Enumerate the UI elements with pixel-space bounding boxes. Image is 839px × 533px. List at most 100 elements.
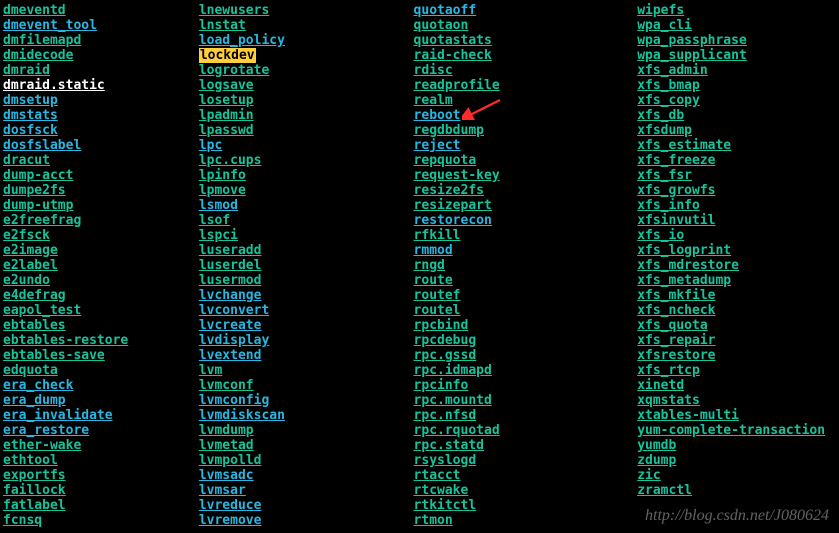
command-ether-wake: ether-wake <box>3 438 81 453</box>
list-item: lvmdiskscan <box>199 408 414 423</box>
command-route: route <box>414 273 453 288</box>
command-quotaoff: quotaoff <box>414 3 477 18</box>
list-item: xinetd <box>637 378 836 393</box>
command-lvmconf: lvmconf <box>199 378 254 393</box>
list-item: rpc.nfsd <box>414 408 638 423</box>
command-xfs-info: xfs_info <box>637 198 700 213</box>
list-item: rtacct <box>414 468 638 483</box>
list-item: lpc.cups <box>199 153 414 168</box>
command-lnstat: lnstat <box>199 18 246 33</box>
list-item: e2undo <box>3 273 199 288</box>
list-item: dosfsck <box>3 123 199 138</box>
list-item: xfs_rtcp <box>637 363 836 378</box>
list-item: lnstat <box>199 18 414 33</box>
list-item: lpinfo <box>199 168 414 183</box>
command-xfs-io: xfs_io <box>637 228 684 243</box>
list-item: lsmod <box>199 198 414 213</box>
list-item: rsyslogd <box>414 453 638 468</box>
list-item: exportfs <box>3 468 199 483</box>
command-wpa-supplicant: wpa_supplicant <box>637 48 747 63</box>
list-item: ether-wake <box>3 438 199 453</box>
command-rtmon: rtmon <box>414 513 453 528</box>
list-item: wpa_cli <box>637 18 836 33</box>
command-realm: realm <box>414 93 453 108</box>
command-regdbdump: regdbdump <box>414 123 484 138</box>
list-item: logrotate <box>199 63 414 78</box>
command-e2fsck: e2fsck <box>3 228 50 243</box>
command-dumpe2fs: dumpe2fs <box>3 183 66 198</box>
command-rdisc: rdisc <box>414 63 453 78</box>
list-item: ebtables-restore <box>3 333 199 348</box>
list-item: xfs_admin <box>637 63 836 78</box>
command-rpc-gssd: rpc.gssd <box>414 348 477 363</box>
list-item: route <box>414 273 638 288</box>
list-item: lvdisplay <box>199 333 414 348</box>
command-dmfilemapd: dmfilemapd <box>3 33 81 48</box>
list-item: edquota <box>3 363 199 378</box>
list-item: xfs_ncheck <box>637 303 836 318</box>
command-ethtool: ethtool <box>3 453 58 468</box>
command-losetup: losetup <box>199 93 254 108</box>
list-item: faillock <box>3 483 199 498</box>
command-rpc-mountd: rpc.mountd <box>414 393 492 408</box>
list-item: ebtables <box>3 318 199 333</box>
command-lsof: lsof <box>199 213 230 228</box>
list-item: regdbdump <box>414 123 638 138</box>
list-item: routel <box>414 303 638 318</box>
command-reboot: reboot <box>414 108 461 123</box>
command-eapol-test: eapol_test <box>3 303 81 318</box>
list-item: lvmpolld <box>199 453 414 468</box>
list-item: rpc.mountd <box>414 393 638 408</box>
list-item: era_restore <box>3 423 199 438</box>
list-item: rdisc <box>414 63 638 78</box>
terminal-output[interactable]: dmeventddmevent_tooldmfilemapddmidecoded… <box>0 0 839 531</box>
command-lnewusers: lnewusers <box>199 3 269 18</box>
command-luseradd: luseradd <box>199 243 262 258</box>
command-zramctl: zramctl <box>637 483 692 498</box>
command-xfs-bmap: xfs_bmap <box>637 78 700 93</box>
command-rpcdebug: rpcdebug <box>414 333 477 348</box>
command-lvconvert: lvconvert <box>199 303 269 318</box>
command-e4defrag: e4defrag <box>3 288 66 303</box>
list-item: reboot <box>414 108 638 123</box>
list-item: lvchange <box>199 288 414 303</box>
list-item: rpcinfo <box>414 378 638 393</box>
command-era-invalidate: era_invalidate <box>3 408 113 423</box>
command-wipefs: wipefs <box>637 3 684 18</box>
list-item: dmevent_tool <box>3 18 199 33</box>
list-item: dmeventd <box>3 3 199 18</box>
command-xfs-logprint: xfs_logprint <box>637 243 731 258</box>
command-yumdb: yumdb <box>637 438 676 453</box>
list-item: e2fsck <box>3 228 199 243</box>
command-lvchange: lvchange <box>199 288 262 303</box>
list-item: era_invalidate <box>3 408 199 423</box>
list-item: wpa_passphrase <box>637 33 836 48</box>
list-item: dmfilemapd <box>3 33 199 48</box>
command-xfs-metadump: xfs_metadump <box>637 273 731 288</box>
command-dmstats: dmstats <box>3 108 58 123</box>
list-item: restorecon <box>414 213 638 228</box>
list-item: reject <box>414 138 638 153</box>
command-ebtables-restore: ebtables-restore <box>3 333 128 348</box>
command-lvmpolld: lvmpolld <box>199 453 262 468</box>
list-item: quotaoff <box>414 3 638 18</box>
column-1: dmeventddmevent_tooldmfilemapddmidecoded… <box>3 3 199 528</box>
list-item: lsof <box>199 213 414 228</box>
command-era-check: era_check <box>3 378 73 393</box>
list-item: xfsinvutil <box>637 213 836 228</box>
list-item: xfs_fsr <box>637 168 836 183</box>
command-quotaon: quotaon <box>414 18 469 33</box>
list-item: xfsrestore <box>637 348 836 363</box>
list-item: xfs_bmap <box>637 78 836 93</box>
command-lvdisplay: lvdisplay <box>199 333 269 348</box>
command-xfsinvutil: xfsinvutil <box>637 213 715 228</box>
command-xfs-growfs: xfs_growfs <box>637 183 715 198</box>
command-lpmove: lpmove <box>199 183 246 198</box>
list-item: lvmconf <box>199 378 414 393</box>
list-item: rtmon <box>414 513 638 528</box>
list-item: xfs_freeze <box>637 153 836 168</box>
command-xfs-quota: xfs_quota <box>637 318 707 333</box>
command-xfs-ncheck: xfs_ncheck <box>637 303 715 318</box>
command-xtables-multi: xtables-multi <box>637 408 739 423</box>
list-item: rtcwake <box>414 483 638 498</box>
